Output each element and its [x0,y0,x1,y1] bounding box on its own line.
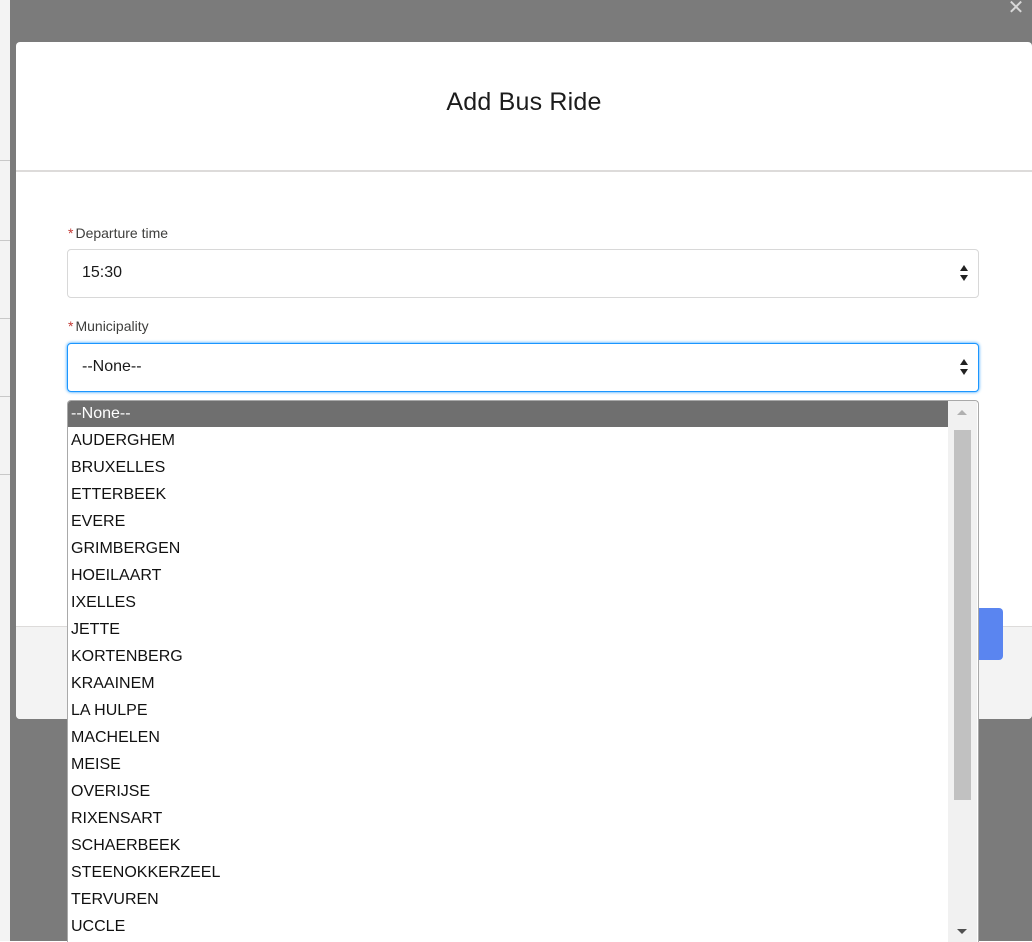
dropdown-option[interactable]: MEISE [68,752,948,778]
dropdown-option[interactable]: OVERIJSE [68,779,948,805]
background-divider [0,160,10,161]
dropdown-option[interactable]: TERVUREN [68,887,948,913]
municipality-label-text: Municipality [75,318,149,334]
departure-time-label-text: Departure time [75,225,169,241]
dropdown-option[interactable]: IXELLES [68,590,948,616]
scrollbar-thumb[interactable] [954,430,971,800]
scroll-up-arrow-icon[interactable] [957,410,967,415]
dropdown-option[interactable]: MACHELEN [68,725,948,751]
municipality-dropdown-list[interactable]: --None-- AUDERGHEM BRUXELLES ETTERBEEK E… [67,400,979,942]
dropdown-option[interactable]: JETTE [68,617,948,643]
spinner-arrows-icon[interactable] [958,261,970,285]
dropdown-option[interactable]: BRUXELLES [68,455,948,481]
dropdown-option[interactable]: KORTENBERG [68,644,948,670]
dropdown-scrollbar[interactable] [948,401,977,942]
background-divider [0,396,10,397]
background-divider [0,240,10,241]
dropdown-option[interactable]: ETTERBEEK [68,482,948,508]
dropdown-option[interactable]: STEENOKKERZEEL [68,860,948,886]
dropdown-option[interactable]: GRIMBERGEN [68,536,948,562]
dropdown-option[interactable]: UCCLE [68,914,948,940]
background-divider [0,474,10,475]
departure-time-field[interactable]: 15:30 [67,249,979,298]
dropdown-option[interactable]: HOEILAART [68,563,948,589]
background-divider [0,318,10,319]
dropdown-option[interactable]: KRAAINEM [68,671,948,697]
required-marker: * [68,225,74,241]
municipality-value: --None-- [82,358,142,375]
dropdown-option[interactable]: AUDERGHEM [68,428,948,454]
modal-header: Add Bus Ride [16,42,1032,172]
dropdown-option[interactable]: SCHAERBEEK [68,833,948,859]
required-marker: * [68,318,74,334]
municipality-label: * Municipality [68,318,149,334]
dropdown-option[interactable]: --None-- [68,401,948,427]
municipality-select[interactable]: --None-- [67,343,979,392]
modal-title: Add Bus Ride [446,88,602,116]
dropdown-option[interactable]: RIXENSART [68,806,948,832]
dropdown-option[interactable]: LA HULPE [68,698,948,724]
close-icon[interactable]: ✕ [1003,0,1029,18]
background-page [0,0,10,941]
spinner-arrows-icon [960,359,968,375]
departure-time-label: * Departure time [68,225,168,241]
departure-time-value: 15:30 [82,264,123,281]
scroll-down-arrow-icon[interactable] [957,929,967,934]
dropdown-option[interactable]: EVERE [68,509,948,535]
